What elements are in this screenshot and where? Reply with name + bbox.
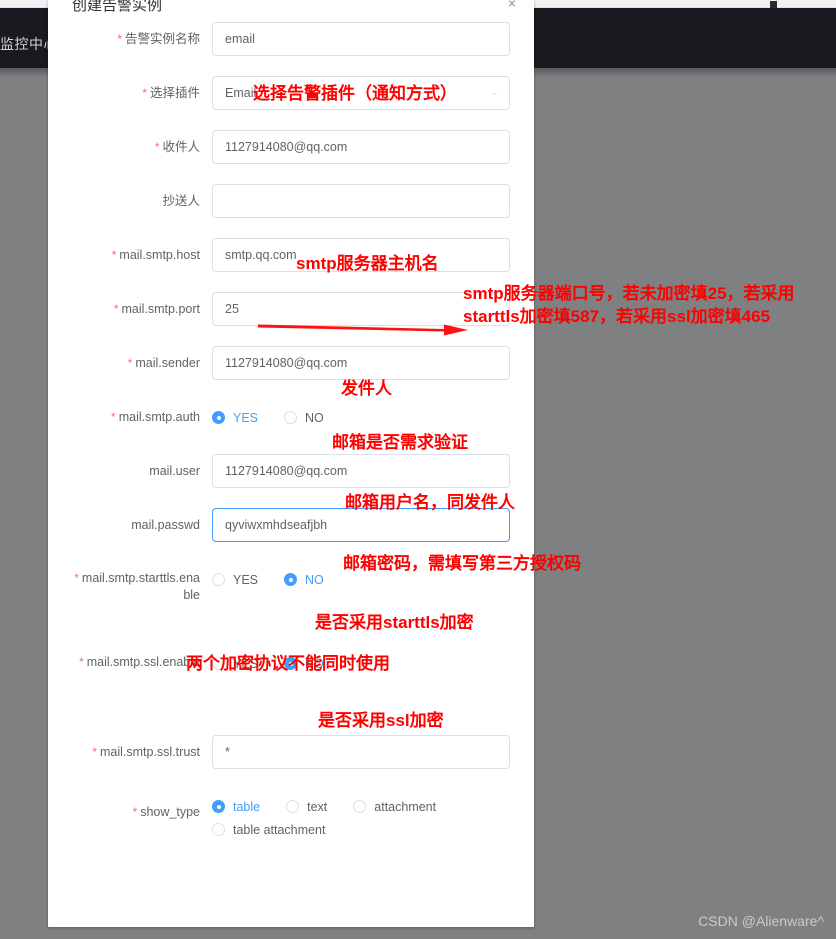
control-mail-passwd — [212, 508, 510, 542]
control-mail-smtp-ssl-enable: YES NO — [212, 646, 510, 673]
required-marker: * — [142, 86, 147, 100]
control-mail-smtp-ssl-trust — [212, 735, 510, 769]
mail-sender-input[interactable] — [212, 346, 510, 380]
required-marker: * — [92, 745, 97, 759]
field-row-mail-passwd: mail.passwd — [72, 508, 510, 542]
control-mail-smtp-port — [212, 292, 510, 326]
required-marker: * — [127, 356, 133, 370]
field-row-mail-smtp-host: * mail.smtp.host — [72, 238, 510, 272]
label-mail-smtp-ssl-enable: * mail.smtp.ssl.enable — [79, 655, 200, 669]
field-row-cc: 抄送人 — [72, 184, 510, 218]
radio-mail-smtp-auth-no[interactable]: NO — [284, 408, 324, 427]
field-row-alert-instance-name: * 告警实例名称 — [72, 22, 510, 56]
field-row-show-type: * show_type table text attachment table … — [72, 789, 510, 839]
field-row-mail-user: mail.user — [72, 454, 510, 488]
field-row-mail-smtp-starttls-enable: * mail.smtp.starttls.enable YES NO — [72, 562, 510, 604]
control-mail-smtp-starttls-enable: YES NO — [212, 562, 510, 589]
radio-dot-icon — [284, 573, 298, 586]
radio-ssl-yes[interactable]: YES — [212, 654, 258, 673]
label-cc: 抄送人 — [162, 194, 200, 208]
show-type-radio-group: table text attachment table attachment — [212, 789, 510, 839]
radio-mail-smtp-auth-yes[interactable]: YES — [212, 408, 258, 427]
create-alert-instance-dialog: 创建告警实例 × *告警实例名称 *选择插件 ⌄ *收件人 — [48, 0, 534, 927]
dialog-header: 创建告警实例 × — [48, 0, 534, 22]
radio-starttls-yes[interactable]: YES — [212, 570, 258, 589]
label-mail-passwd: mail.passwd — [131, 518, 200, 532]
control-select-plugin: ⌄ — [212, 76, 510, 110]
required-marker: * — [113, 302, 119, 316]
cc-input[interactable] — [212, 184, 510, 218]
control-show-type: table text attachment table attachment — [212, 789, 510, 839]
required-marker: * — [132, 805, 138, 819]
required-marker: * — [74, 571, 79, 585]
control-alert-instance-name — [212, 22, 510, 56]
radio-ssl-no[interactable]: NO — [284, 654, 324, 673]
dialog-body: *告警实例名称 *选择插件 ⌄ *收件人 — [48, 22, 534, 839]
control-mail-smtp-auth: YES NO — [212, 400, 510, 427]
control-cc — [212, 184, 510, 218]
watermark: CSDN @Alienware^ — [698, 913, 824, 929]
field-row-mail-smtp-port: * mail.smtp.port — [72, 292, 510, 326]
mail-smtp-host-input[interactable] — [212, 238, 510, 272]
label-mail-smtp-host: * mail.smtp.host — [111, 248, 200, 262]
dialog-title: 创建告警实例 — [72, 0, 163, 14]
field-row-select-plugin: *选择插件 ⌄ — [72, 76, 510, 110]
radio-dot-icon — [353, 800, 367, 813]
label-receiver: * 收件人 — [154, 140, 200, 154]
window-dot-icon — [770, 1, 777, 8]
radio-dot-icon — [212, 573, 225, 586]
mail-passwd-input[interactable] — [212, 508, 510, 542]
radio-dot-icon — [212, 411, 225, 424]
control-receiver — [212, 130, 510, 164]
label-mail-smtp-port: * mail.smtp.port — [113, 302, 200, 316]
label-mail-smtp-ssl-trust: * mail.smtp.ssl.trust — [92, 745, 200, 759]
mail-user-input[interactable] — [212, 454, 510, 488]
label-alert-instance-name: * 告警实例名称 — [117, 32, 200, 46]
mail-smtp-auth-radio-group: YES NO — [212, 400, 510, 427]
control-mail-sender — [212, 346, 510, 380]
mail-smtp-ssl-trust-input[interactable] — [212, 735, 510, 769]
radio-dot-icon — [284, 657, 298, 670]
required-marker: * — [117, 32, 122, 46]
label-mail-sender: * mail.sender — [127, 356, 200, 370]
label-mail-user: mail.user — [149, 464, 200, 478]
required-marker: * — [79, 655, 84, 669]
label-show-type: * show_type — [132, 805, 200, 819]
close-icon[interactable]: × — [504, 0, 520, 11]
radio-dot-icon — [212, 657, 225, 670]
select-plugin-input[interactable] — [212, 76, 510, 110]
radio-dot-icon — [286, 800, 300, 813]
radio-show-type-attachment[interactable]: attachment — [353, 797, 436, 816]
radio-show-type-table[interactable]: table — [212, 797, 260, 816]
receiver-input[interactable] — [212, 130, 510, 164]
control-mail-user — [212, 454, 510, 488]
field-row-mail-smtp-ssl-trust: * mail.smtp.ssl.trust — [72, 735, 510, 769]
radio-show-type-text[interactable]: text — [286, 797, 327, 816]
field-row-mail-sender: * mail.sender — [72, 346, 510, 380]
radio-dot-icon — [212, 800, 225, 813]
radio-dot-icon — [212, 823, 225, 836]
field-row-receiver: * 收件人 — [72, 130, 510, 164]
mail-smtp-ssl-radio-group: YES NO — [212, 646, 510, 673]
control-mail-smtp-host — [212, 238, 510, 272]
alert-instance-name-input[interactable] — [212, 22, 510, 56]
mail-smtp-port-input[interactable] — [212, 292, 510, 326]
radio-dot-icon — [284, 411, 298, 424]
mail-smtp-starttls-radio-group: YES NO — [212, 562, 510, 589]
required-marker: * — [111, 248, 117, 262]
required-marker: * — [154, 140, 160, 154]
required-marker: * — [111, 410, 116, 424]
field-row-mail-smtp-auth: * mail.smtp.auth YES NO — [72, 400, 510, 434]
radio-show-type-table-attachment[interactable]: table attachment — [212, 820, 484, 839]
label-mail-smtp-starttls-enable: * mail.smtp.starttls.enable — [74, 571, 200, 602]
radio-starttls-no[interactable]: NO — [284, 570, 324, 589]
label-mail-smtp-auth: * mail.smtp.auth — [111, 410, 200, 424]
label-select-plugin: * 选择插件 — [142, 86, 200, 100]
field-row-mail-smtp-ssl-enable: * mail.smtp.ssl.enable YES NO — [72, 646, 510, 673]
